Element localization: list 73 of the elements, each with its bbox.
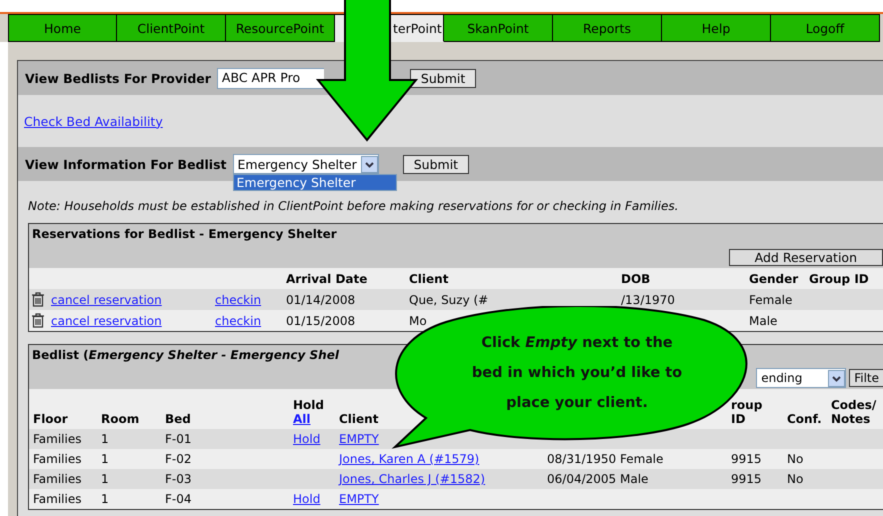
add-reservation-button[interactable]: Add Reservation [728, 248, 883, 266]
column-header: Hold [293, 398, 324, 412]
caret-icon [828, 370, 846, 386]
nav-tab[interactable]: ClientPoint [117, 14, 226, 42]
client-link[interactable]: Jones, Karen A (#1579) [339, 452, 480, 466]
table-cell-text: No [787, 472, 804, 486]
trash-icon[interactable] [31, 292, 45, 307]
table-cell-text: F-03 [165, 472, 193, 486]
nav-tab[interactable]: ResourcePoint [226, 14, 335, 42]
table-cell-text: 01/14/2008 [286, 292, 356, 306]
client-link[interactable]: EMPTY [339, 492, 379, 506]
checkin-link[interactable]: checkin [215, 314, 262, 328]
table-cell-text: Que, Suzy (# [409, 292, 490, 306]
column-header: roup ID [731, 398, 762, 426]
column-header: Arrival Date [286, 272, 368, 286]
nav-tab[interactable]: Logoff [771, 14, 880, 42]
field-label: View Bedlists For Provider [25, 70, 211, 86]
column-header: Codes/ Notes [831, 398, 876, 426]
sort-dropdown[interactable]: ending [756, 368, 846, 388]
client-link[interactable]: Jones, Charles J (#1582) [339, 472, 486, 486]
table-cell-text: F-02 [165, 452, 193, 466]
table-cell-text: No [787, 452, 804, 466]
provider-field[interactable]: ABC APR Pro [216, 68, 324, 88]
column-header: Gender [749, 272, 800, 286]
column-header: Client [409, 272, 450, 286]
submit-button[interactable]: Submit [402, 154, 470, 174]
checkin-link[interactable]: checkin [215, 292, 262, 306]
table-cell-text: 9915 [731, 472, 763, 486]
table-cell-text: 1 [101, 492, 110, 506]
cancel-link[interactable]: cancel reservation [51, 292, 162, 306]
section-title: Reservations for Bedlist - Emergency Shelter [29, 224, 883, 246]
table-cell-text: 1 [101, 472, 110, 486]
table-cell-text: Male [620, 472, 650, 486]
column-header: Group ID [809, 272, 870, 286]
table-cell-text: /13/1970 [621, 292, 676, 306]
client-link[interactable]: EMPTY [339, 432, 379, 446]
table-cell-text: F-04 [165, 492, 193, 506]
column-header: Floor [33, 412, 68, 426]
table-cell-text: Male [749, 314, 778, 328]
table-cell-text: Families [33, 472, 82, 486]
trash-icon[interactable] [31, 313, 45, 328]
cancel-link[interactable]: cancel reservation [51, 314, 162, 328]
table-cell-text: 1 [101, 432, 110, 446]
table-cell-text: Female [620, 452, 664, 466]
table-cell-text: Families [33, 452, 82, 466]
nav-tab[interactable]: Reports [553, 14, 662, 42]
column-header: Bed [165, 412, 191, 426]
table-cell-text: Mo [409, 314, 428, 328]
check-availability-link[interactable]: Check Bed Availability [24, 114, 163, 128]
nav-tab[interactable]: Help [662, 14, 771, 42]
table-cell-text: 01/15/2008 [286, 314, 356, 328]
field-label: View Information For Bedlist [25, 156, 226, 172]
nav-tab[interactable]: SkanPoint [444, 14, 553, 42]
column-header: Room [101, 412, 140, 426]
hold-link[interactable]: Hold [293, 432, 320, 446]
table-cell-text: 1 [101, 452, 110, 466]
table-cell-text: 08/31/1950 [547, 452, 618, 466]
column-header: Client [339, 412, 378, 426]
table-cell-text: 06/04/2005 [547, 472, 618, 486]
nav-tab[interactable]: Home [8, 14, 117, 42]
note-text: Note: Households must be established in ClientPoint before making reservations for or checking in Families. [28, 199, 678, 214]
dropdown-option[interactable]: Emergency Shelter [234, 175, 396, 190]
table-cell-text: Families [33, 432, 82, 446]
table-cell-text: Families [33, 492, 82, 506]
table-cell-text: Female [749, 292, 794, 306]
hold-link[interactable]: Hold [293, 492, 320, 506]
table-cell-text: F-01 [165, 432, 193, 446]
column-header: Conf. [787, 412, 822, 426]
hold-all-link[interactable]: All [293, 412, 311, 426]
submit-button[interactable]: Submit [410, 68, 476, 88]
column-header: DOB [621, 272, 652, 286]
table-cell-text: 9915 [731, 452, 763, 466]
filter-button[interactable]: Filte [849, 369, 883, 387]
